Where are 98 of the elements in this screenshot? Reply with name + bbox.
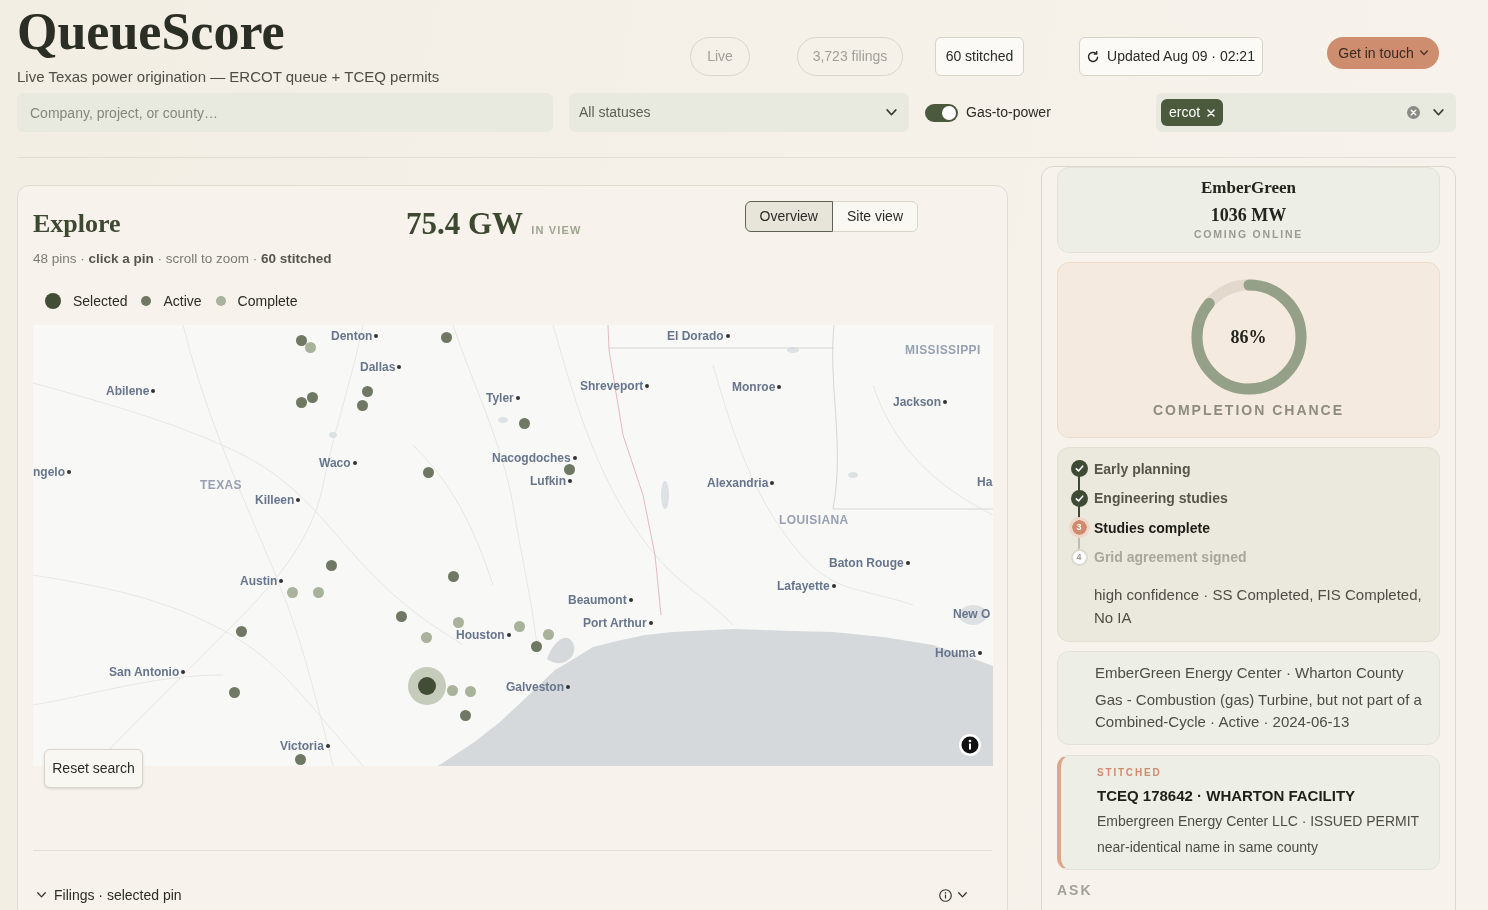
step-label: Early planning <box>1094 459 1191 478</box>
info-icon[interactable] <box>959 734 981 756</box>
completion-percent: 86% <box>1230 326 1267 348</box>
map-pin[interactable] <box>361 385 373 397</box>
map-pin[interactable] <box>440 331 452 343</box>
map-pin[interactable] <box>563 464 575 475</box>
chevron-down-icon <box>1419 50 1428 56</box>
map-summary: 48 pins · click a pin · scroll to zoom · 60 stitched <box>33 250 332 268</box>
map-pin[interactable] <box>530 640 542 652</box>
step-label: Engineering studies <box>1094 489 1228 508</box>
remove-icon <box>1207 108 1216 117</box>
map-pin[interactable] <box>447 570 459 582</box>
project-capacity: 1036 MW <box>1210 204 1287 227</box>
region-label: LOUISIANA <box>779 514 849 526</box>
toggle-label: Gas-to-power <box>966 103 1051 122</box>
city-label: Houma <box>935 647 976 659</box>
city-label: Port Arthur <box>583 617 647 629</box>
map-pin[interactable] <box>395 610 407 622</box>
project-name: EmberGreen <box>1200 177 1297 199</box>
logo: QueueScore <box>17 4 285 60</box>
section-title: Explore <box>33 209 121 239</box>
city-label: Killeen <box>255 494 295 506</box>
city-label: Austin <box>240 575 278 587</box>
map-pin[interactable] <box>356 399 368 411</box>
chevron-down-icon <box>37 892 46 898</box>
legend-label: Active <box>163 292 202 311</box>
city-label: Denton <box>331 330 373 342</box>
project-phase: COMING ONLINE <box>1193 227 1304 241</box>
city-label: San Antonio <box>109 666 180 678</box>
city-label: Alexandria <box>707 477 769 489</box>
step-number: 4 <box>1070 548 1088 566</box>
market-select[interactable]: ercot <box>1156 93 1456 132</box>
match-note: near-identical name in same county <box>1097 838 1319 857</box>
city-label: Shreveport <box>580 380 644 392</box>
project-description: Gas - Combustion (gas) Turbine, but not part of a Combined-Cycle · Active · 2024-06-13 <box>1095 690 1423 732</box>
map-pin[interactable] <box>228 686 240 698</box>
step-label: Grid agreement signed <box>1094 548 1247 567</box>
ask-heading: ASK <box>1057 881 1094 899</box>
city-label: Houston <box>456 629 505 641</box>
confidence-note: high confidence · SS Completed, FIS Completed, No IA <box>1094 585 1423 628</box>
step-number: 3 <box>1068 517 1090 539</box>
city-label: Dallas <box>360 361 396 373</box>
clear-icon[interactable] <box>1407 106 1420 119</box>
tagline: Live Texas power origination — ERCOT queue + TCEQ permits <box>17 67 440 87</box>
legend-label: Selected <box>73 292 128 311</box>
stitched-tag: STITCHED <box>1097 766 1431 780</box>
city-label: Waco <box>319 457 351 469</box>
map-pin[interactable] <box>459 709 471 721</box>
city-label: Baton Rouge <box>829 557 904 569</box>
updated-button[interactable]: Updated Aug 09 · 02:21 <box>1079 37 1263 76</box>
search-field[interactable]: Company, project, or county… <box>17 93 553 132</box>
legend-label: Complete <box>237 292 298 311</box>
chevron-down-icon <box>1433 109 1444 116</box>
map-pin[interactable] <box>304 341 316 353</box>
project-title: EmberGreen Energy Center · Wharton County <box>1095 663 1405 683</box>
map-pin[interactable] <box>295 396 307 408</box>
filings-toggle[interactable]: Filings · selected pin <box>37 885 182 905</box>
status-select[interactable]: All statuses <box>569 93 909 132</box>
city-label: ngelo <box>33 466 65 478</box>
map-pin[interactable] <box>306 391 318 403</box>
map-pin[interactable] <box>518 417 530 429</box>
permit-subtitle: Embergreen Energy Center LLC · ISSUED PERMIT <box>1097 812 1421 831</box>
step-label: Studies complete <box>1094 518 1210 537</box>
city-label: El Dorado <box>667 330 724 342</box>
count-pill: 60 stitched <box>935 37 1024 76</box>
city-label: Abilene <box>106 385 150 397</box>
chevron-down-icon <box>886 109 897 116</box>
map-pin[interactable] <box>295 334 307 346</box>
city-label: Jackson <box>893 396 942 408</box>
city-label: Monroe <box>732 381 776 393</box>
city-label: Galveston <box>506 681 565 693</box>
refresh-icon <box>1087 50 1100 63</box>
view-tab[interactable]: Overview <box>744 201 833 232</box>
chevron-down-icon <box>958 892 967 898</box>
permit-title: TCEQ 178642 · WHARTON FACILITY <box>1097 786 1357 806</box>
contact-button[interactable]: Get in touch <box>1327 37 1439 69</box>
capacity-caption: IN VIEW <box>531 223 582 238</box>
map-pin[interactable] <box>235 625 247 637</box>
city-label: Lufkin <box>530 475 566 487</box>
city-label: Lafayette <box>777 580 830 592</box>
map-pin[interactable] <box>294 753 306 765</box>
region-label: MISSISSIPPI <box>905 344 981 356</box>
completion-caption: COMPLETION CHANCE <box>1152 401 1345 419</box>
city-label: Ha <box>977 476 993 488</box>
view-tab[interactable]: Site view <box>831 201 918 232</box>
filter-chip[interactable]: ercot <box>1161 99 1224 126</box>
region-label: TEXAS <box>200 479 242 491</box>
city-label: Victoria <box>280 740 324 752</box>
map-pin[interactable] <box>325 559 337 571</box>
map-pin[interactable] <box>422 466 434 478</box>
info-icon[interactable] <box>939 888 952 902</box>
city-label: Nacogdoches <box>492 452 571 464</box>
total-capacity: 75.4 GW <box>406 207 524 241</box>
gas-toggle[interactable] <box>925 103 958 122</box>
reset-search-button[interactable]: Reset search <box>44 749 143 788</box>
city-label: Beaumont <box>568 594 627 606</box>
city-label: New O <box>953 608 991 620</box>
city-label: Tyler <box>486 392 514 404</box>
